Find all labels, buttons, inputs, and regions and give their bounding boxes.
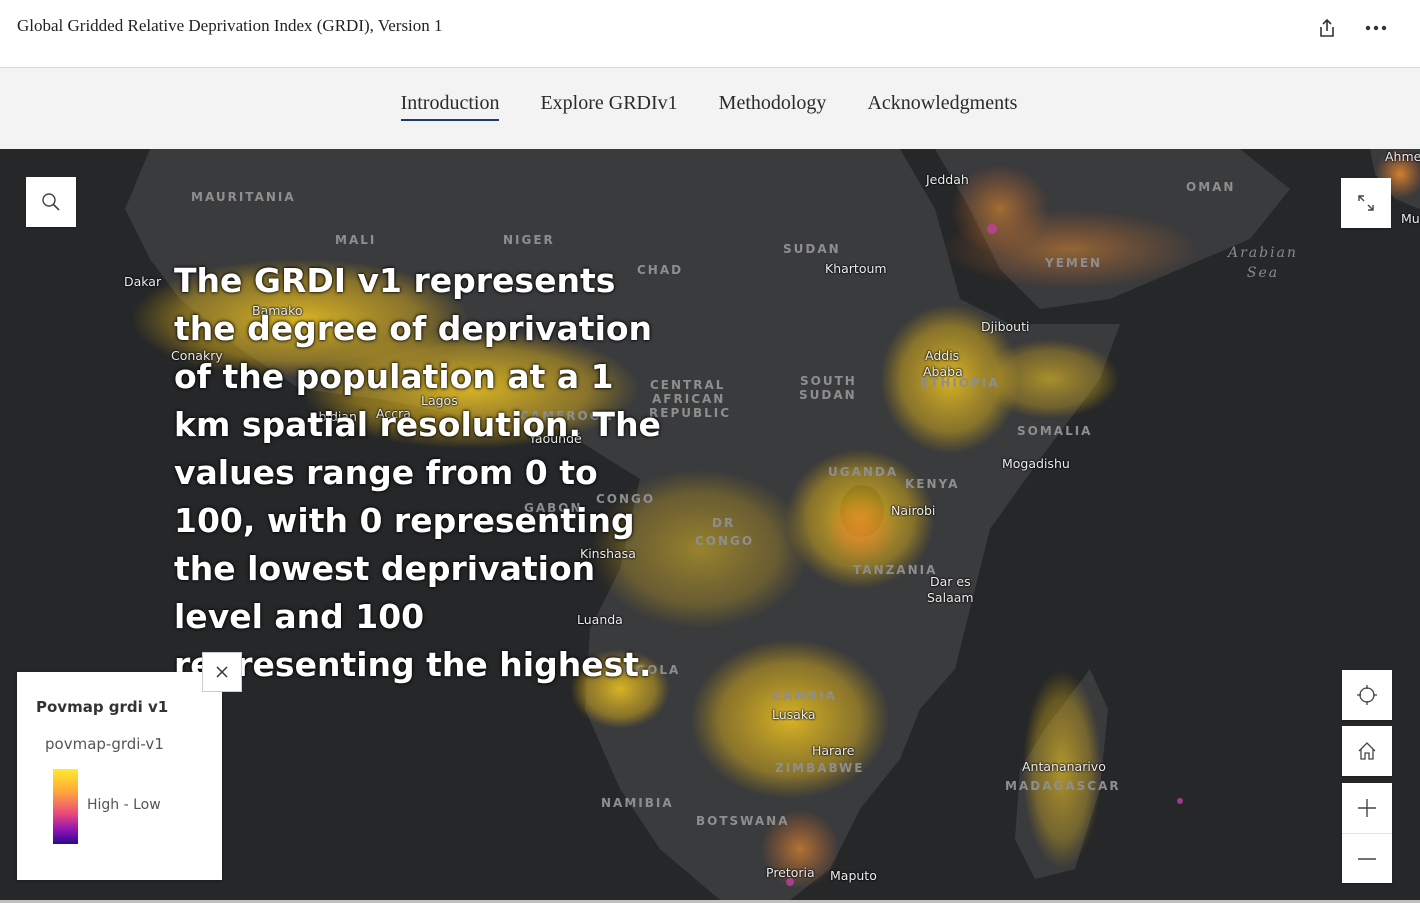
legend-range-label: High - Low [87,797,161,813]
sea-label: Arabian Sea [1228,243,1298,283]
city-label: Khartoum [825,261,887,276]
more-options-button[interactable] [1362,14,1390,42]
country-label: KENYA [905,477,960,491]
legend-color-ramp [53,769,78,844]
country-label: MAURITANIA [191,190,296,204]
country-label: SOMALIA [1017,424,1093,438]
expand-icon [1358,195,1374,211]
country-label: MADAGASCAR [1005,779,1121,793]
tab-introduction[interactable]: Introduction [400,92,500,121]
country-label: YEMEN [1045,256,1103,270]
country-label: ZAMBIA [772,689,837,703]
country-label: NIGER [503,233,555,247]
locate-icon [1357,685,1377,705]
country-label: CONGO [695,534,755,548]
city-label: Ahmed [1385,149,1420,164]
city-label: Pretoria [766,865,815,880]
city-label: Lusaka [772,707,816,722]
city-label: Dakar [124,274,162,289]
share-button[interactable] [1313,14,1341,42]
country-label: NAMIBIA [601,796,674,810]
search-button[interactable] [26,177,76,227]
city-label: Salaam [927,590,974,605]
more-options-icon [1365,25,1387,31]
locate-button[interactable] [1342,670,1392,720]
home-icon [1358,742,1376,760]
country-label: SUDAN [799,388,857,402]
city-label: Jeddah [926,172,969,187]
section-nav: Introduction Explore GRDIv1 Methodology … [0,68,1420,149]
intro-overlay-text: The GRDI v1 represents the degree of dep… [174,261,661,684]
country-label: ZIMBABWE [775,761,865,775]
country-label: OMAN [1186,180,1236,194]
city-label: Antananarivo [1022,759,1106,774]
share-icon [1320,18,1334,37]
fullscreen-button[interactable] [1341,178,1391,228]
country-label: MALI [335,233,377,247]
country-label: UGANDA [828,465,899,479]
city-label: Djibouti [981,319,1030,334]
home-button[interactable] [1342,726,1392,776]
minus-icon [1358,857,1376,860]
country-label: TANZANIA [853,563,938,577]
tab-acknowledgments[interactable]: Acknowledgments [867,92,1017,121]
country-label: SUDAN [783,242,841,256]
zoom-in-button[interactable] [1342,783,1392,833]
city-label: Mogadishu [1002,456,1070,471]
app-header: Global Gridded Relative Deprivation Inde… [0,0,1420,68]
close-icon [216,666,228,678]
city-label: Ababa [923,364,963,379]
city-label: Dar es [930,574,971,589]
city-label: Addis [925,348,960,363]
legend-close-button[interactable] [202,652,242,692]
city-label: Harare [812,743,855,758]
page-title: Global Gridded Relative Deprivation Inde… [17,16,443,35]
country-label: BOTSWANA [696,814,790,828]
zoom-controls [1342,783,1392,883]
plus-icon [1358,799,1376,817]
country-label: SOUTH [800,374,857,388]
tab-explore-grdiv1[interactable]: Explore GRDIv1 [540,92,677,121]
country-label: DR [712,516,736,530]
map-view[interactable]: MAURITANIA MALI NIGER CHAD SUDAN SOUTH S… [0,149,1420,900]
city-label: Maputo [830,868,877,883]
legend-layer-name: povmap-grdi-v1 [45,735,164,753]
city-label: Nairobi [891,503,936,518]
search-icon [42,193,60,211]
sea-label-text: Arabian Sea [1228,245,1298,281]
legend-panel: Povmap grdi v1 povmap-grdi-v1 High - Low [17,672,222,880]
city-label: Mu [1401,211,1420,226]
tab-methodology[interactable]: Methodology [719,92,827,121]
legend-title: Povmap grdi v1 [36,698,169,716]
zoom-out-button[interactable] [1342,833,1392,883]
